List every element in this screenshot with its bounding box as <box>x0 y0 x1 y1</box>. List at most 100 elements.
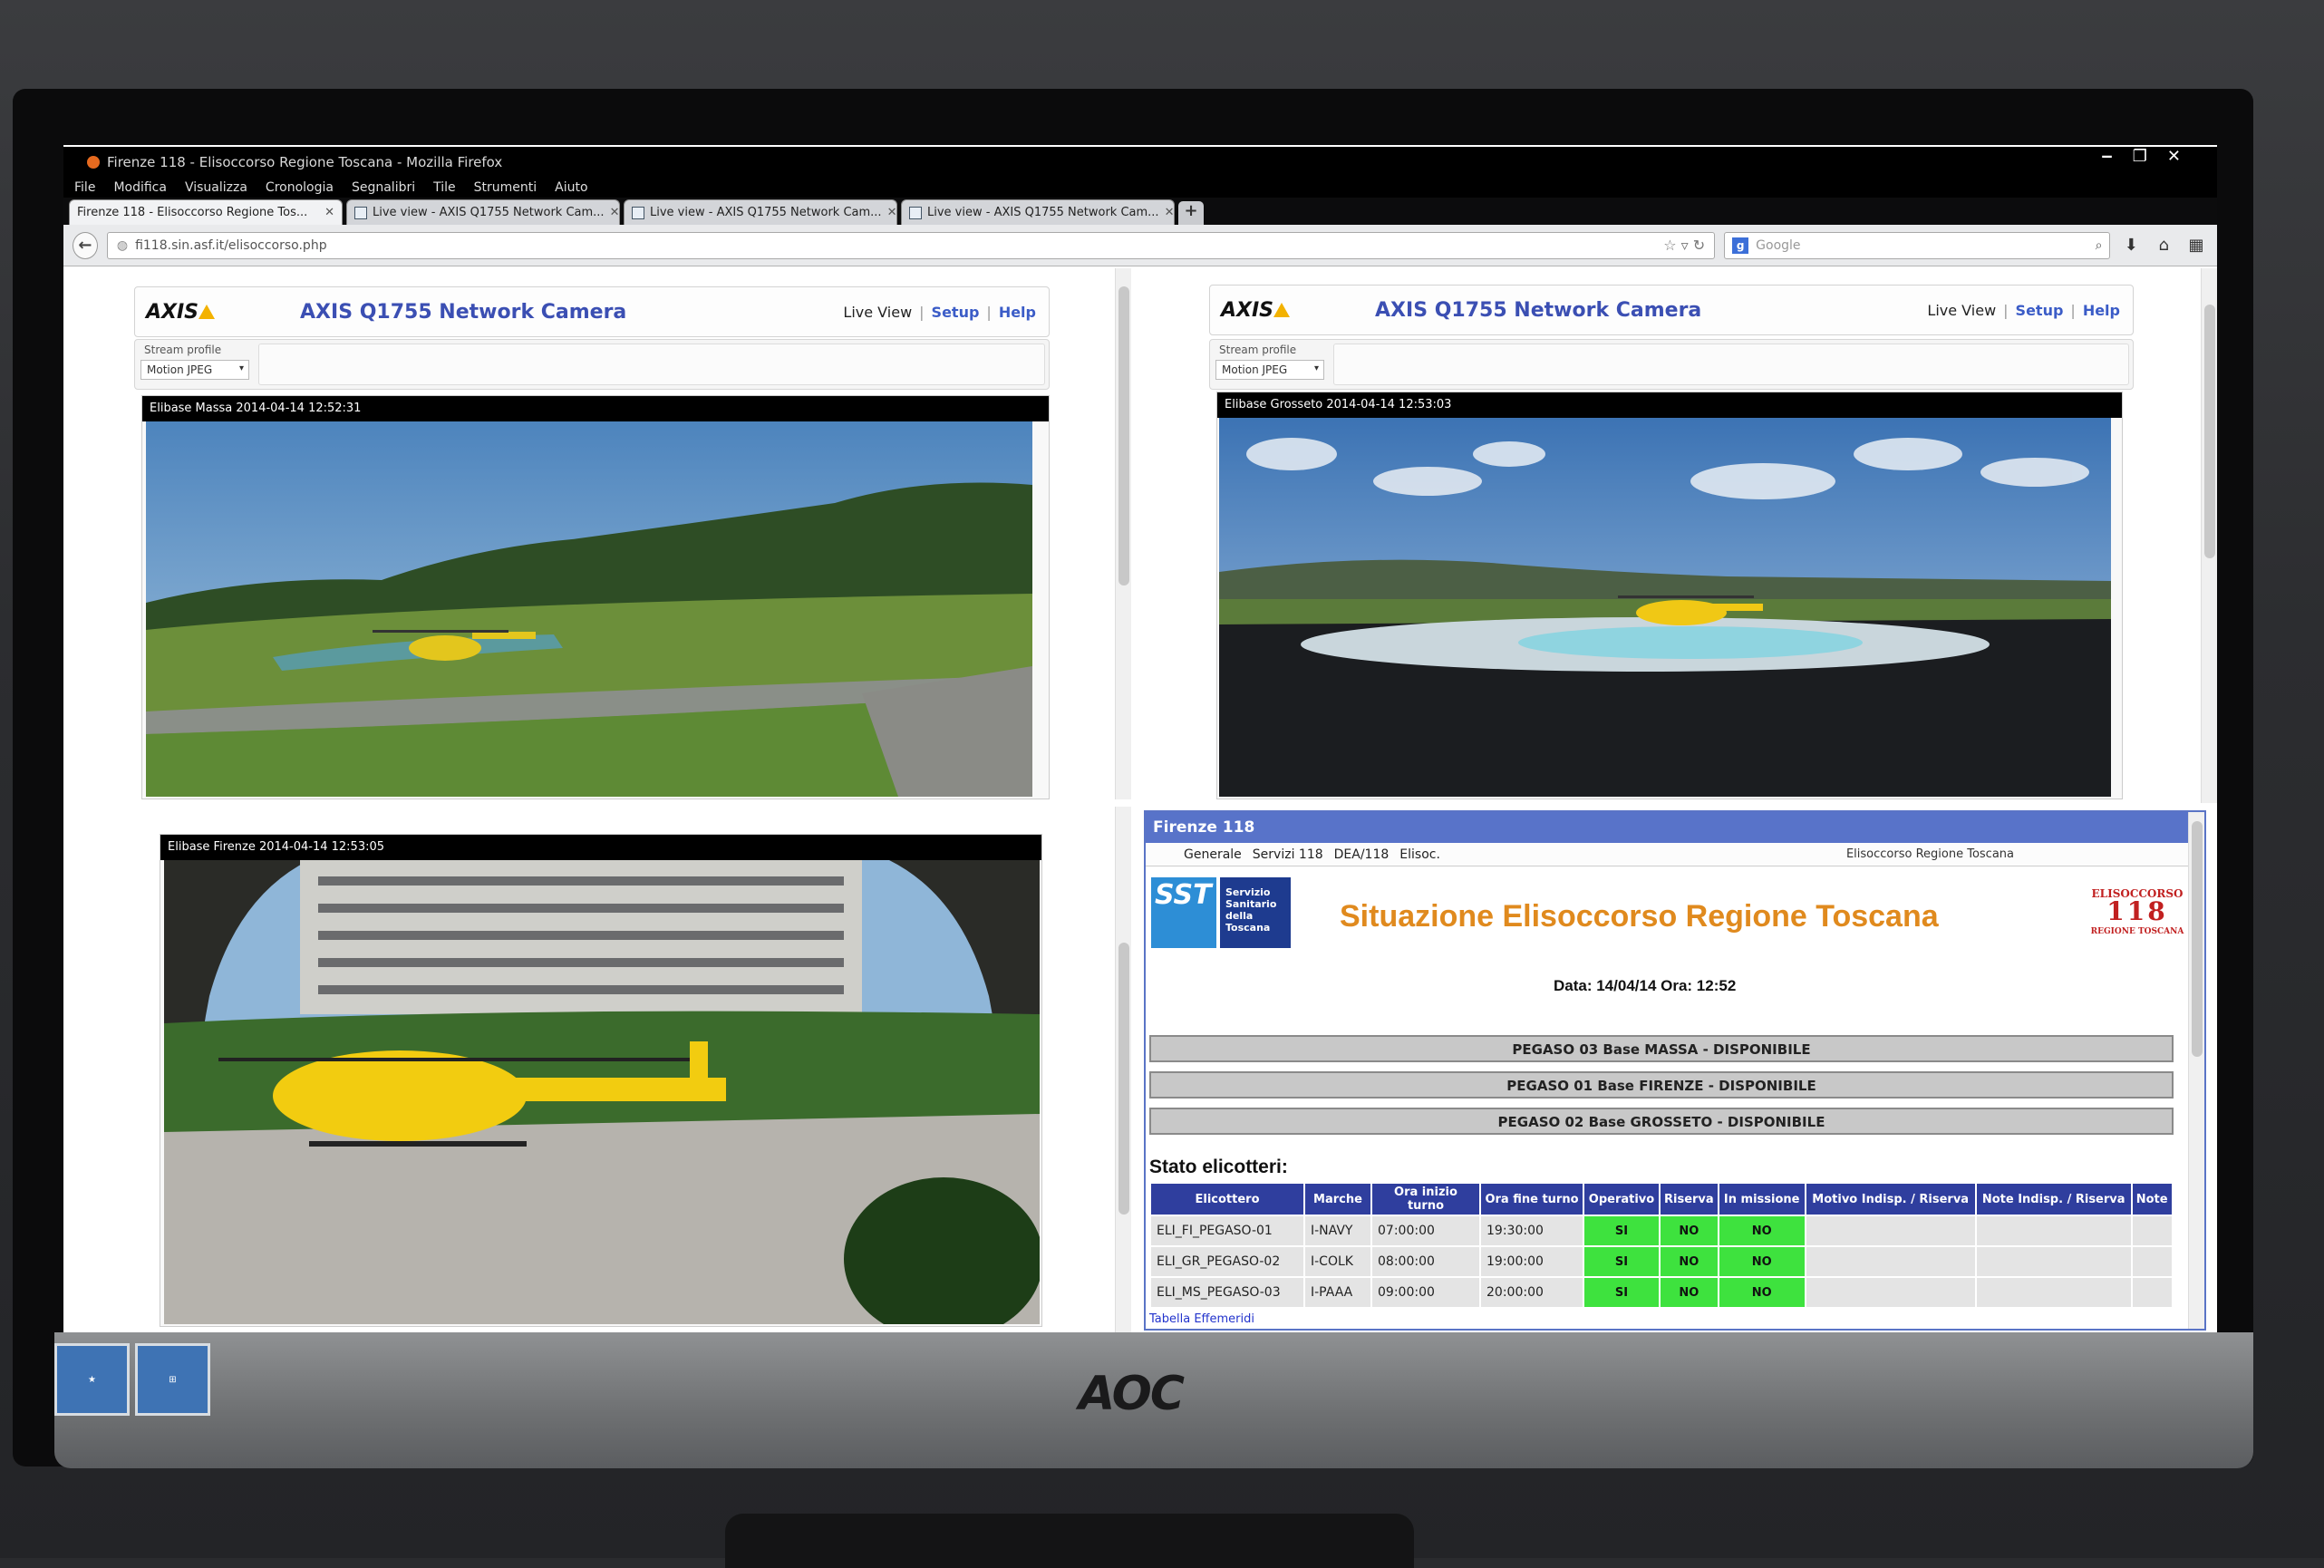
col-motivo: Motivo Indisp. / Riserva <box>1806 1183 1976 1215</box>
stream-profile-select[interactable]: Motion JPEG▾ <box>140 360 249 380</box>
axis-header: AXIS AXIS Q1755 Network Camera Live View… <box>1209 285 2134 335</box>
close-tab-icon[interactable]: ✕ <box>887 206 897 219</box>
status-pegaso-02: PEGASO 02 Base GROSSETO - DISPONIBILE <box>1149 1108 2174 1135</box>
help-link[interactable]: Help <box>999 304 1036 321</box>
video-caption: Elibase Firenze 2014-04-14 12:53:05 <box>160 835 1041 860</box>
back-button[interactable]: ← <box>73 232 98 259</box>
video-container: Elibase Firenze 2014-04-14 12:53:05 <box>160 834 1042 1327</box>
tab-label: Firenze 118 - Elisoccorso Regione Tos... <box>77 206 307 219</box>
page-icon <box>909 207 922 219</box>
close-tab-icon[interactable]: ✕ <box>1165 206 1175 219</box>
search-icon[interactable]: ⌕ <box>2096 238 2103 253</box>
dashboard-header: Firenze 118 <box>1146 812 2204 843</box>
address-bar[interactable]: ◍ fi118.sin.asf.it/elisoccorso.php ☆ ▿ ↻ <box>107 232 1715 259</box>
tile-view-icon[interactable]: ▦ <box>2184 236 2208 255</box>
setup-link[interactable]: Setup <box>2016 302 2064 319</box>
camera-frame-massa: AXIS AXIS Q1755 Network Camera Live View… <box>69 268 1137 799</box>
restore-button[interactable]: ❐ <box>2133 147 2147 166</box>
col-note: Note <box>2132 1183 2173 1215</box>
col-operativo: Operativo <box>1583 1183 1660 1215</box>
col-riserva: Riserva <box>1660 1183 1719 1215</box>
menu-cronologia[interactable]: Cronologia <box>266 180 334 195</box>
menu-segnalibri[interactable]: Segnalibri <box>352 180 415 195</box>
download-icon[interactable]: ⬇ <box>2119 236 2143 255</box>
page-icon <box>632 207 644 219</box>
stream-toolbar <box>258 344 1045 385</box>
video-caption: Elibase Grosseto 2014-04-14 12:53:03 <box>1217 392 2122 418</box>
table-row: ELI_GR_PEGASO-02 I-COLK 08:00:00 19:00:0… <box>1150 1246 2173 1277</box>
nav-generale[interactable]: Generale <box>1184 847 1242 866</box>
firefox-icon <box>87 156 100 169</box>
nav-dea-118[interactable]: DEA/118 <box>1334 847 1390 866</box>
video-caption: Elibase Massa 2014-04-14 12:52:31 <box>142 396 1049 421</box>
date-time: Data: 14/04/14 Ora: 12:52 <box>1554 977 1736 995</box>
live-view-link[interactable]: Live View <box>1927 302 1996 319</box>
search-box[interactable]: g Google ⌕ <box>1724 232 2110 259</box>
video-feed-massa[interactable] <box>146 421 1032 797</box>
axis-logo: AXIS <box>146 301 199 324</box>
axis-logo: AXIS <box>1221 299 1273 322</box>
nav-elisoc[interactable]: Elisoc. <box>1399 847 1440 866</box>
help-link[interactable]: Help <box>2083 302 2120 319</box>
nav-section-title: Elisoccorso Regione Toscana <box>1846 847 2014 866</box>
globe-icon: ◍ <box>117 238 128 253</box>
monitor-brand: AOC <box>1079 1367 1183 1421</box>
window-titlebar: Firenze 118 - Elisoccorso Regione Toscan… <box>63 147 2217 178</box>
col-marche: Marche <box>1304 1183 1371 1215</box>
video-container: Elibase Grosseto 2014-04-14 12:53:03 <box>1216 392 2123 799</box>
video-feed-firenze[interactable] <box>164 860 1040 1324</box>
vertical-scrollbar[interactable] <box>2188 812 2204 1329</box>
effemeridi-link[interactable]: Tabella Effemeridi <box>1149 1312 1254 1326</box>
menu-strumenti[interactable]: Strumenti <box>474 180 537 195</box>
menu-tile[interactable]: Tile <box>433 180 456 195</box>
tab-strip: Firenze 118 - Elisoccorso Regione Tos...… <box>63 198 2217 225</box>
nav-servizi-118[interactable]: Servizi 118 <box>1253 847 1323 866</box>
setup-link[interactable]: Setup <box>932 304 980 321</box>
axis-header: AXIS AXIS Q1755 Network Camera Live View… <box>134 286 1050 337</box>
table-heading: Stato elicotteri: <box>1149 1157 1288 1178</box>
menu-modifica[interactable]: Modifica <box>113 180 167 195</box>
tab-live-view-1[interactable]: Live view - AXIS Q1755 Network Cam...✕ <box>346 199 620 225</box>
close-tab-icon[interactable]: ✕ <box>324 206 334 219</box>
camera-title: AXIS Q1755 Network Camera <box>300 301 626 324</box>
col-note-indisp: Note Indisp. / Riserva <box>1976 1183 2132 1215</box>
tab-live-view-3[interactable]: Live view - AXIS Q1755 Network Cam... ✕ <box>901 199 1175 225</box>
video-feed-grosseto[interactable] <box>1219 418 2111 797</box>
stream-profile-select[interactable]: Motion JPEG▾ <box>1215 360 1324 380</box>
elisoccorso-118-logo: ELISOCCORSO 118 REGIONE TOSCANA <box>2088 888 2186 937</box>
minimize-button[interactable]: ‒ <box>2101 147 2113 166</box>
status-pegaso-01: PEGASO 01 Base FIRENZE - DISPONIBILE <box>1149 1071 2174 1099</box>
monitor-stickers: ★ ⊞ <box>54 1343 210 1416</box>
tab-live-view-2[interactable]: Live view - AXIS Q1755 Network Cam...✕ <box>624 199 897 225</box>
stream-toolbar <box>1333 344 2129 385</box>
monitor-stand <box>725 1514 1414 1568</box>
sst-label: Servizio Sanitario della Toscana <box>1220 877 1291 948</box>
col-in-missione: In missione <box>1719 1183 1806 1215</box>
menu-aiuto[interactable]: Aiuto <box>555 180 587 195</box>
col-ora-inizio: Ora inizio turno <box>1371 1183 1480 1215</box>
stream-profile-bar: Stream profile Motion JPEG▾ <box>1209 339 2134 390</box>
close-button[interactable]: ✕ <box>2167 147 2181 166</box>
video-container: Elibase Massa 2014-04-14 12:52:31 <box>141 395 1050 799</box>
vertical-scrollbar[interactable] <box>1115 268 1131 799</box>
tab-label: Live view - AXIS Q1755 Network Cam... <box>927 206 1159 219</box>
vertical-scrollbar[interactable] <box>1115 807 1131 1332</box>
status-pegaso-03: PEGASO 03 Base MASSA - DISPONIBILE <box>1149 1035 2174 1062</box>
table-row: ELI_FI_PEGASO-01 I-NAVY 07:00:00 19:30:0… <box>1150 1215 2173 1246</box>
menu-bar: File Modifica Visualizza Cronologia Segn… <box>63 178 2217 198</box>
url-text: fi118.sin.asf.it/elisoccorso.php <box>135 238 327 253</box>
menu-file[interactable]: File <box>74 180 95 195</box>
tab-firenze-118[interactable]: Firenze 118 - Elisoccorso Regione Tos...… <box>69 199 343 225</box>
search-placeholder: Google <box>1756 238 1800 253</box>
bookmark-star-icon[interactable]: ☆ ▿ ↻ <box>1663 237 1705 254</box>
page-icon <box>354 207 367 219</box>
new-tab-button[interactable]: + <box>1178 201 1204 225</box>
home-icon[interactable]: ⌂ <box>2152 236 2175 255</box>
stream-profile-bar: Stream profile Motion JPEG▾ <box>134 339 1050 390</box>
live-view-link[interactable]: Live View <box>843 304 912 321</box>
col-elicottero: Elicottero <box>1150 1183 1304 1215</box>
vertical-scrollbar[interactable] <box>2201 268 2217 803</box>
menu-visualizza[interactable]: Visualizza <box>185 180 247 195</box>
close-tab-icon[interactable]: ✕ <box>610 206 620 219</box>
stream-profile-label: Stream profile <box>144 344 221 356</box>
